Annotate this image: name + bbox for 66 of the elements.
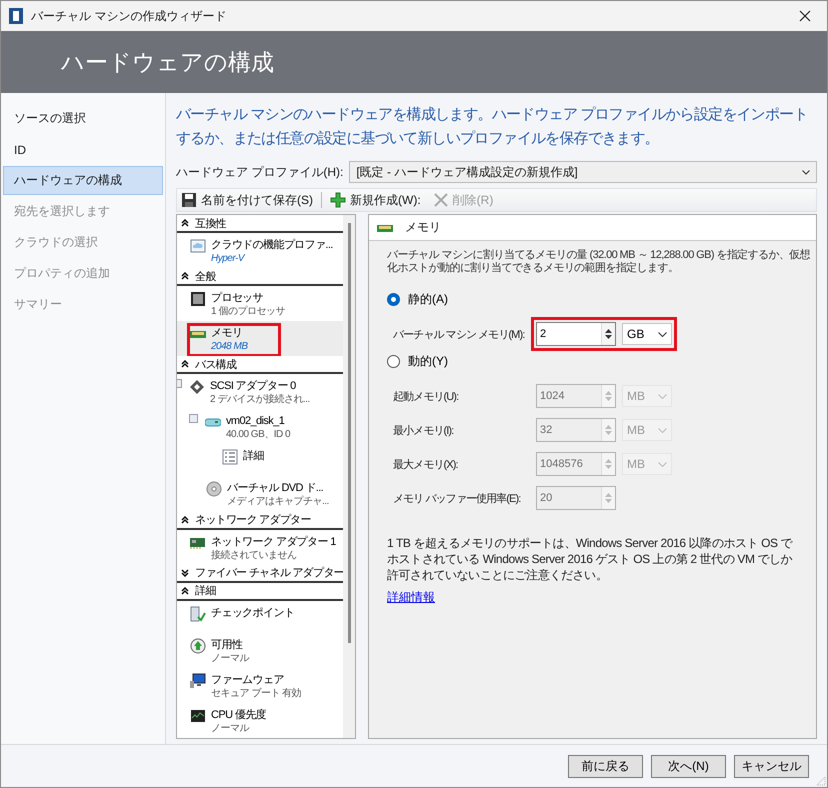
- spin-box[interactable]: 2: [536, 322, 616, 346]
- field-label: 起動メモリ(U):: [393, 390, 458, 404]
- item-name: vm02_disk_1: [226, 414, 286, 428]
- nav-item[interactable]: ID: [3, 135, 163, 164]
- nav-item[interactable]: ハードウェアの構成: [3, 166, 163, 195]
- item-name: メモリ: [211, 326, 244, 340]
- tree-item[interactable]: プロセッサ 1 個のプロセッサ: [177, 286, 343, 322]
- section-header[interactable]: 詳細: [177, 582, 343, 601]
- note-text: 1 TB を超えるメモリのサポートは、Windows Server 2016 以降のホスト OS でホストされている Windows Server 2016 ゲスト OS 上の第 2 世代の VM でしか許可されていないことにご注意ください。: [387, 535, 794, 583]
- radio-option[interactable]: 静的(A): [387, 289, 448, 309]
- toolbar-button[interactable]: 新規作成(W):: [326, 192, 425, 208]
- item-name: クラウドの機能プロファ...: [211, 238, 333, 252]
- item-name: CPU 優先度: [211, 708, 266, 722]
- page-title: ハードウェアの構成: [61, 48, 274, 76]
- item-name: ネットワーク アダプター 1: [211, 534, 336, 549]
- item-detail: Hyper-V: [211, 252, 246, 266]
- item-detail: 2048 MB: [211, 340, 248, 354]
- item-detail: 2 デバイスが接続され...: [210, 393, 310, 408]
- item-name: プロセッサ: [211, 291, 264, 306]
- item-detail: メディアはキャプチャ...: [227, 495, 329, 510]
- footer-button[interactable]: 次へ(N): [651, 754, 726, 778]
- tree-item[interactable]: バーチャル DVD ド... メディアはキャプチャ...: [177, 476, 343, 512]
- footer-button[interactable]: 前に戻る: [568, 754, 643, 778]
- tree-item[interactable]: SCSI アダプター 0 2 デバイスが接続され...: [177, 374, 343, 410]
- more-info-link[interactable]: 詳細情報: [387, 589, 435, 606]
- profile-dropdown[interactable]: [既定 - ハードウェア構成設定の新規作成]: [349, 161, 817, 183]
- tree-item[interactable]: チェックポイント: [177, 600, 343, 633]
- field-label: 最小メモリ(I):: [393, 424, 454, 438]
- item-name: バーチャル DVD ド...: [227, 481, 324, 496]
- field-label: メモリ バッファー使用率(E):: [393, 492, 520, 506]
- tree-item[interactable]: メモリ 2048 MB: [177, 321, 343, 356]
- profile-label: ハードウェア プロファイル(H):: [176, 164, 344, 180]
- field-label: 最大メモリ(X):: [393, 458, 458, 472]
- item-name: 可用性: [211, 638, 244, 652]
- section-header[interactable]: 互換性: [177, 215, 343, 233]
- tree-item[interactable]: CPU 優先度 ノーマル: [177, 702, 343, 738]
- item-name: ファームウェア: [211, 672, 285, 687]
- intro-text: バーチャル マシンのハードウェアを構成します。ハードウェア プロファイルから設定をインポートするか、または任意の設定に基づいて新しいプロファイルを保存できます。: [176, 105, 809, 149]
- description-text: バーチャル マシンに割り当てるメモリの量 (32.00 MB ～ 12,288.00 GB) を指定するか、仮想化ホストが動的に割り当てできるメモリの範囲を指定します。: [387, 249, 811, 275]
- tree-item[interactable]: ファームウェア セキュア ブート 有効: [177, 668, 343, 703]
- unit-dropdown[interactable]: GB: [622, 323, 672, 345]
- section-header[interactable]: 全般: [177, 268, 343, 286]
- item-detail: ノーマル: [211, 722, 250, 736]
- item-detail: セキュア ブート 有効: [211, 686, 302, 701]
- item-detail: 1 個のプロセッサ: [211, 305, 285, 320]
- item-name: SCSI アダプター 0: [210, 379, 297, 394]
- detail-title: メモリ: [405, 219, 441, 236]
- section-header[interactable]: バス構成: [177, 356, 343, 374]
- tree-item[interactable]: 可用性 ノーマル: [177, 632, 343, 668]
- nav-item[interactable]: ソースの選択: [3, 104, 163, 133]
- item-name: 詳細: [243, 449, 264, 464]
- tree-item[interactable]: クラウドの機能プロファ... Hyper-V: [177, 233, 343, 268]
- item-detail: ノーマル: [211, 652, 249, 666]
- item-detail: 接続されていません: [211, 548, 298, 563]
- window-title: バーチャル マシンの作成ウィザード: [31, 8, 228, 24]
- toolbar-button[interactable]: 名前を付けて保存(S): [177, 192, 317, 208]
- section-header[interactable]: ネットワーク アダプター: [177, 512, 343, 530]
- footer-button[interactable]: キャンセル: [734, 754, 809, 778]
- number-input[interactable]: 2: [537, 323, 601, 345]
- radio-option[interactable]: 動的(Y): [387, 351, 448, 371]
- item-name: チェックポイント: [211, 606, 294, 620]
- tree-item[interactable]: ネットワーク アダプター 1 接続されていません: [177, 530, 343, 565]
- item-detail: 40.00 GB、ID 0: [226, 428, 290, 442]
- field-label: バーチャル マシン メモリ(M):: [393, 328, 524, 342]
- tree-item[interactable]: 詳細: [177, 444, 343, 476]
- tree-item[interactable]: vm02_disk_1 40.00 GB、ID 0: [177, 409, 343, 444]
